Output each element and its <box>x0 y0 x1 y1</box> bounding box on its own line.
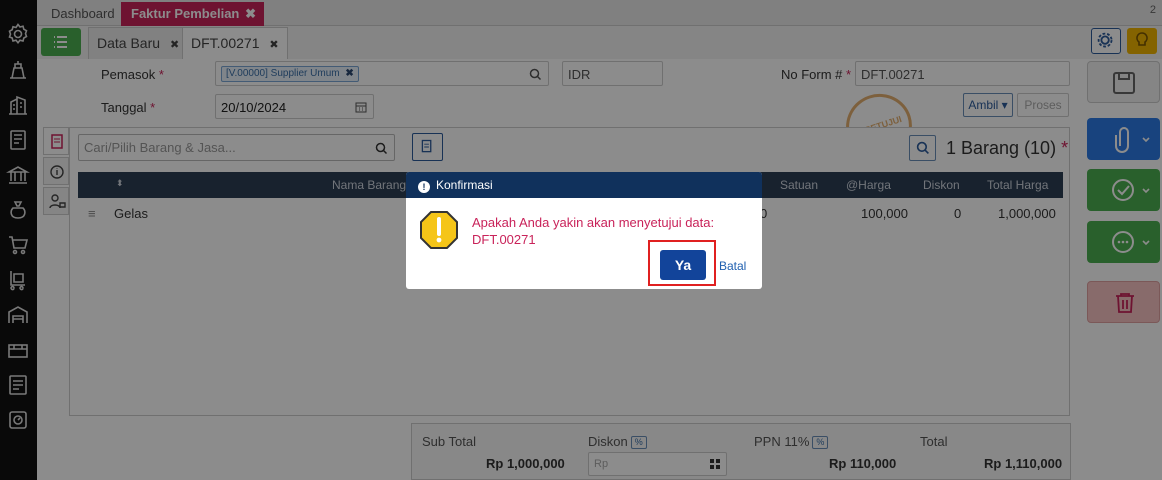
ya-button[interactable]: Ya <box>660 250 706 280</box>
batal-link[interactable]: Batal <box>719 259 746 273</box>
dialog-title: Konfirmasi <box>436 178 493 192</box>
confirm-dialog: ! Konfirmasi Apakah Anda yakin akan menye… <box>406 172 762 289</box>
warning-icon <box>420 211 458 249</box>
info-icon: ! <box>418 181 430 193</box>
dialog-header: ! Konfirmasi <box>406 172 762 198</box>
